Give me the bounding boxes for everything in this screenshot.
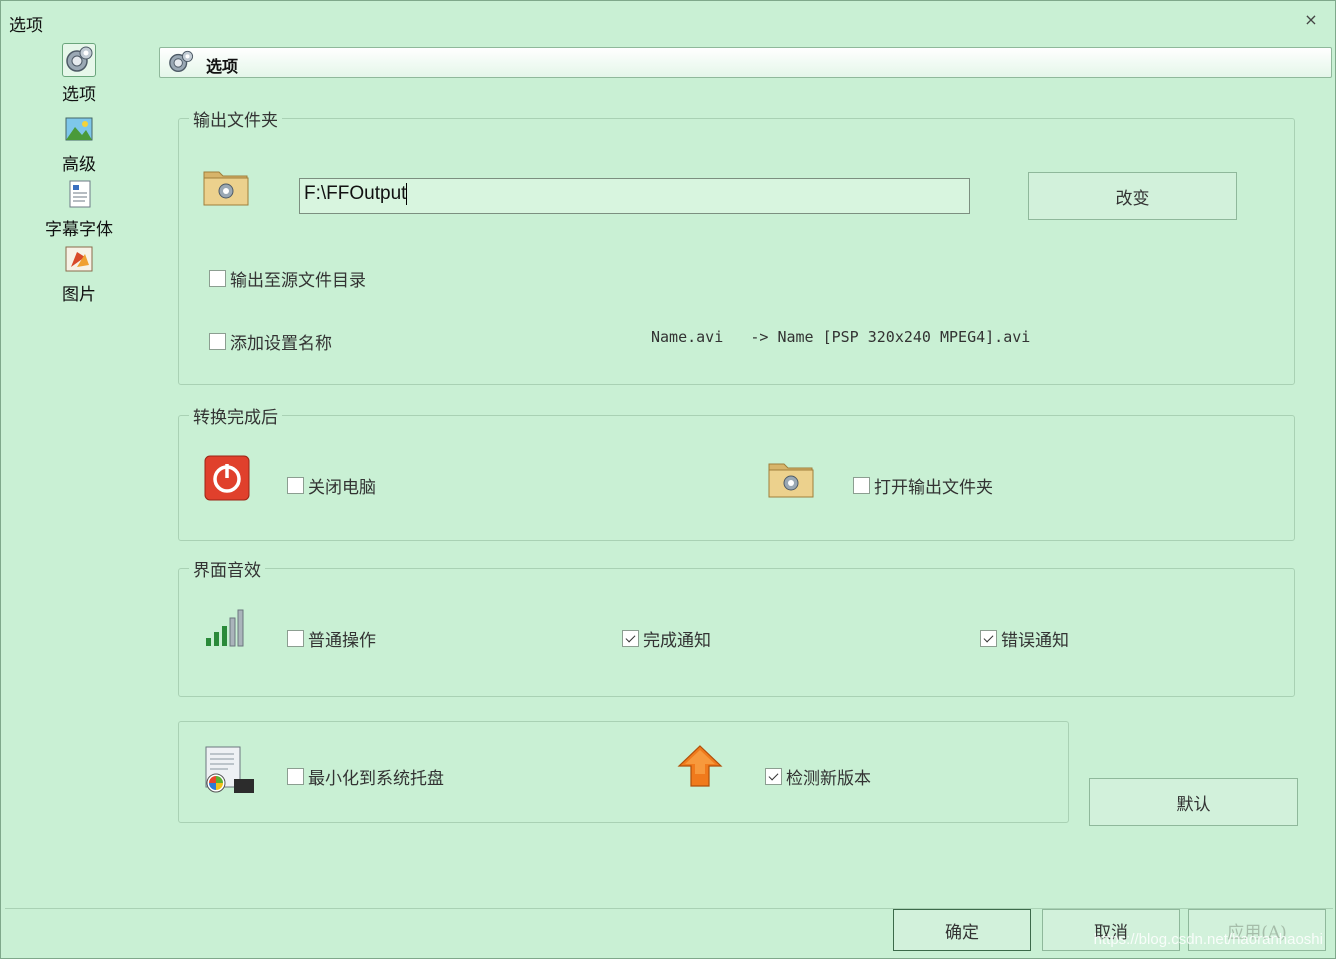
watermark: https://blog.csdn.net/haoranhaoshi [1093,931,1323,948]
open-output-folder-checkbox[interactable]: 打开输出文件夹 [853,473,993,498]
close-button[interactable]: × [1301,10,1321,30]
options-icon [62,43,96,77]
example-result: Name [PSP 320x240 MPEG4].avi [777,328,1031,346]
checkbox-label: 输出至源文件目录 [230,271,366,291]
power-icon [204,455,250,505]
checkbox-box [622,630,639,647]
checkbox-box [209,333,226,350]
output-path-value: F:\FFOutput [304,183,407,205]
folder-icon [768,458,814,498]
subtitle-font-icon [62,178,96,212]
system-tray-icon [204,745,256,799]
checkbox-label: 检测新版本 [786,769,871,789]
checkbox-label: 关闭电脑 [308,478,376,498]
checkbox-label: 添加设置名称 [230,334,332,354]
check-update-checkbox[interactable]: 检测新版本 [765,764,871,789]
page-header: 选项 [159,47,1332,78]
minimize-to-tray-checkbox[interactable]: 最小化到系统托盘 [287,764,444,789]
window-title: 选项 [9,16,43,36]
sidebar-item-label: 字幕字体 [45,220,113,240]
checkbox-label: 完成通知 [643,631,711,651]
default-button[interactable]: 默认 [1089,778,1298,826]
text-caret [406,183,408,205]
example-source: Name.avi [651,328,724,346]
checkbox-box [287,630,304,647]
advanced-icon [62,113,96,147]
checkbox-box [287,477,304,494]
options-dialog: 选项 × 选项 高级 字幕字体 图片 选项 输出文件夹 F:\FFOutput … [0,0,1336,959]
sidebar-item-advanced[interactable]: 高级 [31,113,127,175]
ok-button[interactable]: 确定 [893,909,1031,951]
checkbox-box [853,477,870,494]
group-title: 输出文件夹 [189,106,282,131]
update-arrow-icon [677,744,723,792]
normal-operation-checkbox[interactable]: 普通操作 [287,626,376,651]
change-folder-button[interactable]: 改变 [1028,172,1237,220]
sidebar-item-options[interactable]: 选项 [31,43,127,105]
volume-bars-icon [204,608,250,652]
filename-example: Name.avi -> Name [PSP 320x240 MPEG4].avi [651,328,1030,346]
group-title: 界面音效 [189,556,265,581]
title-bar: 选项 × [1,1,1335,41]
checkbox-box [765,768,782,785]
checkbox-label: 错误通知 [1001,631,1069,651]
folder-icon [203,166,249,206]
sidebar-item-picture[interactable]: 图片 [31,243,127,305]
checkbox-box [980,630,997,647]
output-to-source-checkbox[interactable]: 输出至源文件目录 [209,266,366,291]
checkbox-label: 最小化到系统托盘 [308,769,444,789]
add-setting-name-checkbox[interactable]: 添加设置名称 [209,329,332,354]
checkbox-label: 普通操作 [308,631,376,651]
output-path-input[interactable]: F:\FFOutput [299,178,970,214]
shutdown-checkbox[interactable]: 关闭电脑 [287,473,376,498]
error-notify-checkbox[interactable]: 错误通知 [980,626,1069,651]
page-title: 选项 [206,57,239,76]
sidebar-item-label: 高级 [62,155,96,175]
sidebar-item-label: 图片 [62,285,96,305]
options-icon [166,49,196,75]
picture-icon [62,243,96,277]
sidebar-item-subtitle-font[interactable]: 字幕字体 [31,178,127,240]
checkbox-box [209,270,226,287]
checkbox-box [287,768,304,785]
done-notify-checkbox[interactable]: 完成通知 [622,626,711,651]
sidebar-item-label: 选项 [62,85,96,105]
group-title: 转换完成后 [189,403,282,428]
example-arrow: -> [750,328,769,346]
checkbox-label: 打开输出文件夹 [874,478,993,498]
